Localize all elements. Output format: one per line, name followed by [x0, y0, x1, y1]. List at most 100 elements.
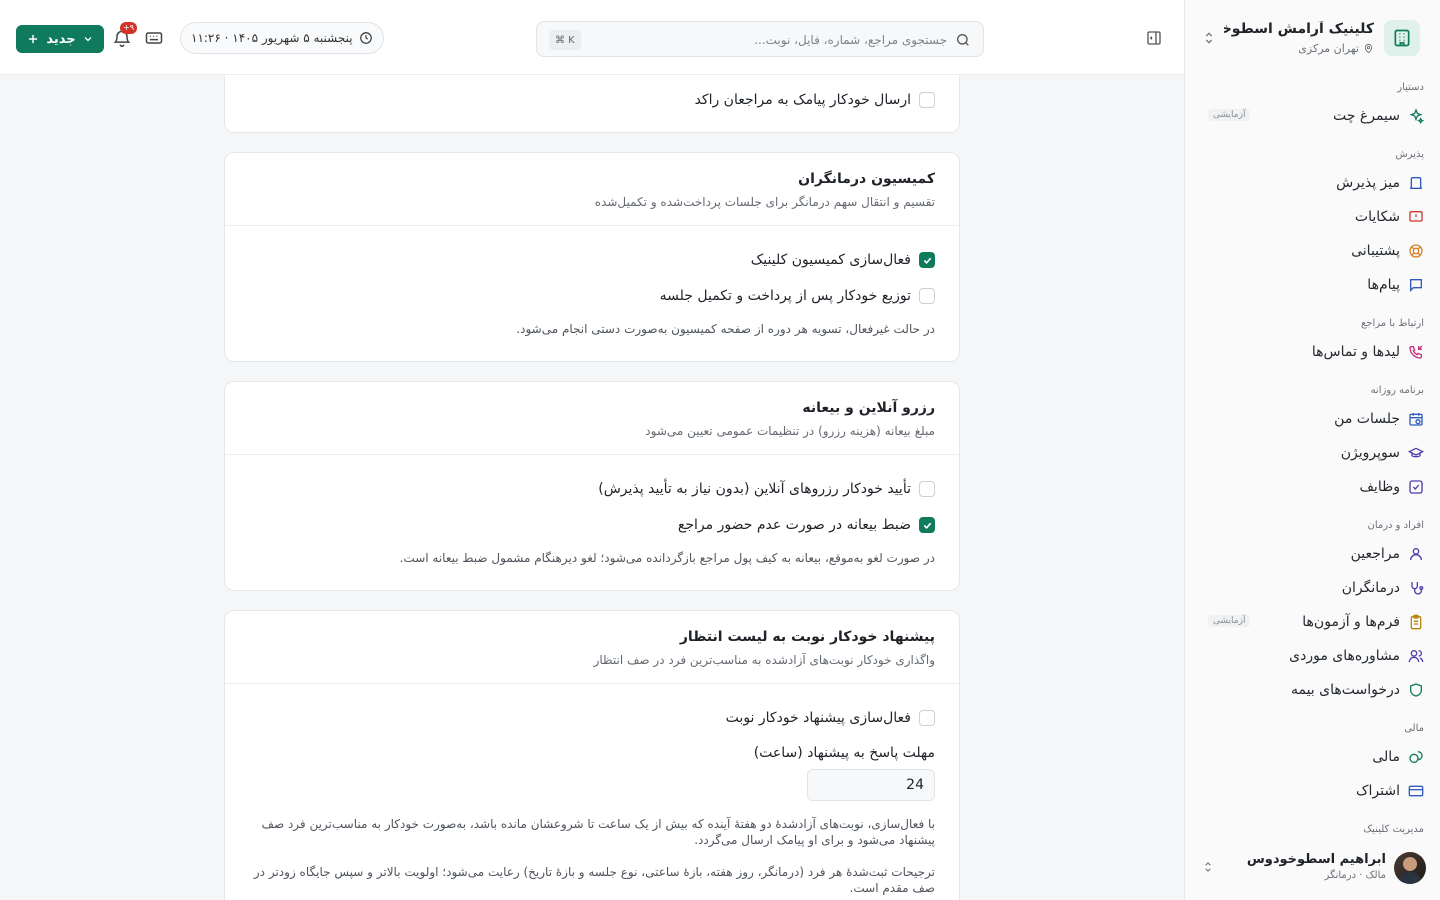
credit-card-icon	[1408, 783, 1424, 799]
sidebar-item-finance[interactable]: مالی	[1200, 743, 1424, 771]
clinic-switcher[interactable]: کلینیک آرامش اسطوخو... تهران مرکزی	[1201, 16, 1424, 60]
nav-group-reception: پذیرش	[1395, 149, 1424, 160]
checkbox-checked[interactable]	[919, 517, 935, 533]
clinic-location: تهران مرکزی	[1298, 42, 1374, 55]
user-role: مالک · درمانگر	[1324, 870, 1386, 881]
clinic-name: کلینیک آرامش اسطوخو...	[1224, 21, 1374, 37]
checkbox[interactable]	[919, 288, 935, 304]
sidebar: کلینیک آرامش اسطوخو... تهران مرکزی دستیا…	[1184, 0, 1440, 900]
graduation-cap-icon	[1408, 445, 1424, 461]
chevrons-up-down-icon[interactable]	[1201, 30, 1217, 46]
sidebar-item-label: فرم‌ها و آزمون‌ها	[1302, 614, 1400, 630]
panel-toggle-icon[interactable]	[1146, 30, 1162, 46]
sidebar-item-forms[interactable]: فرم‌ها و آزمون‌ها آزمایشی	[1200, 608, 1424, 636]
sidebar-item-label: وظایف	[1359, 479, 1400, 495]
card-note: در صورت لغو به‌موقع، بیعانه به کیف پول م…	[399, 551, 935, 565]
deposit-forfeit-option[interactable]: ضبط بیعانه در صورت عدم حضور مراجع	[678, 515, 935, 535]
clinic-location-text: تهران مرکزی	[1298, 42, 1359, 55]
card-header: کمیسیون درمانگران تقسیم و انتقال سهم درم…	[225, 153, 959, 226]
nav-group-finance: مالی	[1404, 723, 1424, 734]
user-name: ابراهیم اسطوخودوس	[1246, 852, 1386, 867]
sidebar-item-label: سوپرویژن	[1340, 445, 1400, 461]
users-icon	[1408, 648, 1424, 664]
map-pin-icon	[1364, 43, 1373, 54]
global-search[interactable]: ⌘ K	[536, 21, 984, 57]
sidebar-item-label: درمانگران	[1341, 580, 1400, 596]
phone-incoming-icon	[1408, 344, 1424, 360]
new-button-label: جدید	[46, 31, 76, 47]
date-time-text: پنجشنبه ۵ شهریور ۱۴۰۵ · ۱۱:۲۶	[191, 31, 353, 45]
notification-count: ۹+	[120, 22, 137, 34]
sidebar-item-messages[interactable]: پیام‌ها	[1200, 271, 1424, 299]
sidebar-item-label: مشاوره‌های موردی	[1289, 648, 1400, 664]
sidebar-item-label: جلسات من	[1334, 411, 1400, 427]
search-shortcut: ⌘ K	[549, 30, 581, 50]
option-label: فعال‌سازی کمیسیون کلینیک	[750, 252, 911, 268]
commission-auto-option[interactable]: توزیع خودکار پس از پرداخت و تکمیل جلسه	[660, 286, 935, 306]
nav-group-assistant: دستیار	[1397, 82, 1424, 93]
avatar	[1394, 852, 1426, 884]
sidebar-item-label: اشتراک	[1356, 783, 1400, 799]
booking-auto-confirm-option[interactable]: تأیید خودکار رزروهای آنلاین (بدون نیاز ب…	[598, 479, 935, 499]
commission-enable-option[interactable]: فعال‌سازی کمیسیون کلینیک	[751, 250, 935, 270]
shield-icon	[1408, 682, 1424, 698]
sidebar-item-case-consult[interactable]: مشاوره‌های موردی	[1200, 642, 1424, 670]
sidebar-item-insurance[interactable]: درخواست‌های بیمه	[1200, 676, 1424, 704]
sidebar-item-my-sessions[interactable]: جلسات من	[1200, 405, 1424, 433]
nav-group-daily: برنامه روزانه	[1370, 385, 1424, 396]
clock-icon	[359, 32, 372, 44]
sidebar-item-label: سیمرغ چت	[1333, 108, 1400, 124]
message-square-icon	[1408, 277, 1424, 293]
stethoscope-icon	[1408, 580, 1424, 596]
checkbox[interactable]	[919, 481, 935, 497]
option-label: توزیع خودکار پس از پرداخت و تکمیل جلسه	[659, 288, 911, 304]
search-input[interactable]	[607, 29, 947, 51]
sidebar-item-label: میز پذیرش	[1336, 175, 1400, 191]
coins-icon	[1408, 749, 1424, 765]
card-note: با فعال‌سازی، نوبت‌های آزادشدهٔ دو هفتهٔ…	[261, 817, 935, 847]
user-menu[interactable]: ابراهیم اسطوخودوس مالک · درمانگر	[1197, 848, 1428, 888]
check-icon	[923, 522, 931, 529]
response-deadline-label: مهلت پاسخ به پیشنهاد (ساعت)	[753, 745, 935, 761]
clipboard-icon	[1408, 614, 1424, 630]
sms-auto-option[interactable]: ارسال خودکار پیامک به مراجعان راکد	[695, 90, 935, 110]
card-subtitle: تقسیم و انتقال سهم درمانگر برای جلسات پر…	[594, 195, 935, 209]
date-time-display: پنجشنبه ۵ شهریور ۱۴۰۵ · ۱۱:۲۶	[180, 22, 384, 54]
sidebar-item-subscription[interactable]: اشتراک	[1200, 777, 1424, 805]
waitlist-enable-option[interactable]: فعال‌سازی پیشنهاد خودکار نوبت	[726, 708, 935, 728]
sidebar-item-leads[interactable]: لیدها و تماس‌ها	[1200, 338, 1424, 366]
chevron-down-icon	[84, 37, 92, 42]
user-icon	[1408, 546, 1424, 562]
sidebar-item-label: شکایات	[1354, 209, 1400, 225]
notifications-button[interactable]: ۹+	[112, 22, 137, 48]
sidebar-item-supervision[interactable]: سوپرویژن	[1200, 439, 1424, 467]
sidebar-item-label: پشتیبانی	[1351, 243, 1400, 259]
desk-bell-icon	[1408, 175, 1424, 191]
check-square-icon	[1408, 479, 1424, 495]
keyboard-icon[interactable]	[144, 28, 164, 48]
card-subtitle: واگذاری خودکار نوبت‌های آزادشده به مناسب…	[593, 653, 935, 667]
check-icon	[923, 257, 931, 264]
sidebar-item-label: درخواست‌های بیمه	[1290, 682, 1400, 698]
chevrons-up-down-icon[interactable]	[1201, 860, 1215, 874]
alert-message-icon	[1408, 209, 1424, 225]
sidebar-item-tasks[interactable]: وظایف	[1200, 473, 1424, 501]
new-button[interactable]: جدید	[16, 25, 104, 53]
sidebar-item-complaints[interactable]: شکایات	[1200, 203, 1424, 231]
card-note: در حالت غیرفعال، تسویه هر دوره از صفحه ک…	[516, 322, 935, 336]
building-icon	[1384, 20, 1420, 56]
sidebar-item-support[interactable]: پشتیبانی	[1200, 237, 1424, 265]
nav-group-clinic: مدیریت کلینیک	[1363, 824, 1424, 835]
checkbox-checked[interactable]	[919, 252, 935, 268]
sidebar-item-simorgh[interactable]: سیمرغ چت آزمایشی	[1200, 102, 1424, 130]
booking-card: رزرو آنلاین و بیعانه مبلغ بیعانه (هزینه …	[224, 381, 960, 591]
checkbox[interactable]	[919, 710, 935, 726]
checkbox[interactable]	[919, 92, 935, 108]
lifebuoy-icon	[1408, 243, 1424, 259]
sidebar-item-therapists[interactable]: درمانگران	[1200, 574, 1424, 602]
response-deadline-input[interactable]: 24	[807, 769, 935, 801]
sidebar-item-reception-desk[interactable]: میز پذیرش	[1200, 169, 1424, 197]
settings-content: ارسال خودکار پیامک به مراجعان راکد کمیسی…	[0, 75, 1184, 900]
card-header: رزرو آنلاین و بیعانه مبلغ بیعانه (هزینه …	[225, 382, 959, 455]
sidebar-item-clients[interactable]: مراجعین	[1200, 540, 1424, 568]
